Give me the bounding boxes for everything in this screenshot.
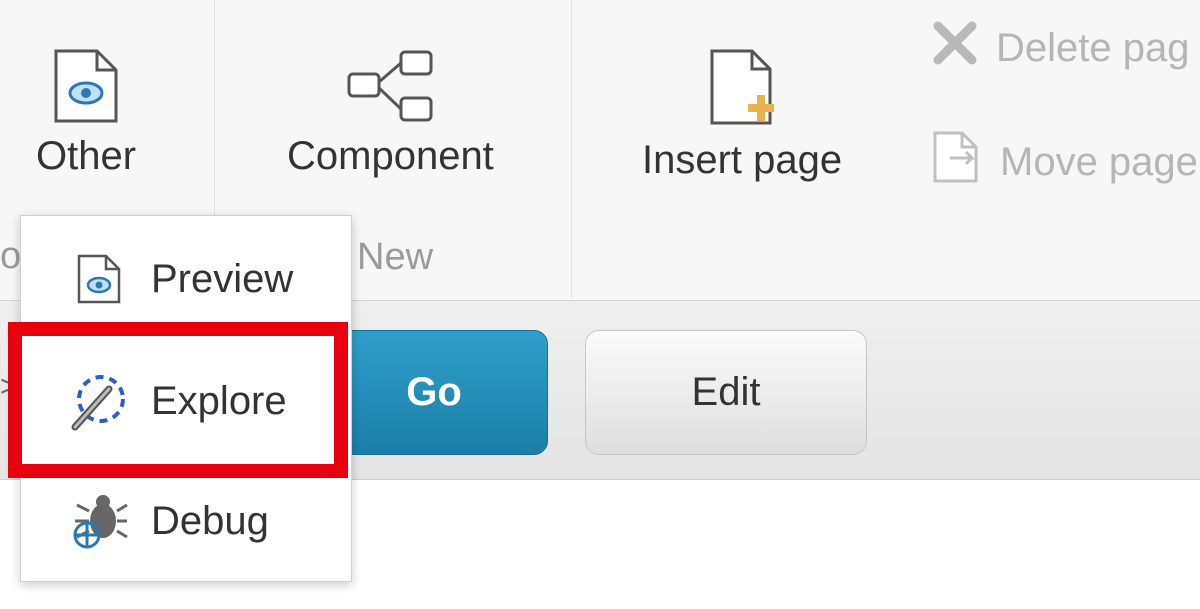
new-group-label: New bbox=[357, 236, 434, 278]
delete-x-icon bbox=[932, 20, 978, 76]
other-label: Other bbox=[36, 134, 137, 178]
explore-wand-icon bbox=[69, 371, 129, 431]
menu-item-label: Preview bbox=[151, 256, 294, 301]
insert-page-icon bbox=[702, 48, 782, 138]
go-button[interactable]: Go bbox=[320, 330, 548, 455]
menu-item-label: Debug bbox=[151, 498, 269, 543]
component-label: Component bbox=[287, 134, 494, 178]
move-page-icon bbox=[932, 130, 982, 194]
menu-item-label: Explore bbox=[151, 378, 287, 423]
delete-page-button[interactable]: Delete pag bbox=[932, 20, 1189, 76]
other-dropdown-menu: Preview Explore Debug bbox=[20, 215, 352, 582]
move-page-label: Move page bbox=[1000, 139, 1198, 184]
insert-page-button[interactable]: Insert page bbox=[642, 48, 842, 182]
group-label-fragment: o bbox=[0, 235, 22, 277]
preview-page-icon bbox=[69, 249, 129, 309]
insert-page-label: Insert page bbox=[642, 138, 843, 182]
menu-item-preview[interactable]: Preview bbox=[21, 224, 351, 334]
component-tree-icon bbox=[345, 48, 435, 134]
edit-label: Edit bbox=[691, 370, 761, 414]
edit-button[interactable]: Edit bbox=[585, 330, 867, 455]
go-label: Go bbox=[406, 370, 462, 414]
delete-page-label: Delete pag bbox=[996, 25, 1190, 70]
debug-bug-icon bbox=[69, 491, 129, 551]
other-button[interactable]: Other bbox=[36, 48, 136, 178]
expand-arrow-icon: > bbox=[0, 370, 18, 403]
menu-item-debug[interactable]: Debug bbox=[21, 466, 351, 576]
menu-item-explore[interactable]: Explore bbox=[21, 346, 351, 456]
preview-page-icon bbox=[53, 48, 119, 134]
group-divider bbox=[571, 0, 572, 298]
component-button[interactable]: Component bbox=[287, 48, 494, 178]
move-page-button[interactable]: Move page bbox=[932, 130, 1198, 194]
